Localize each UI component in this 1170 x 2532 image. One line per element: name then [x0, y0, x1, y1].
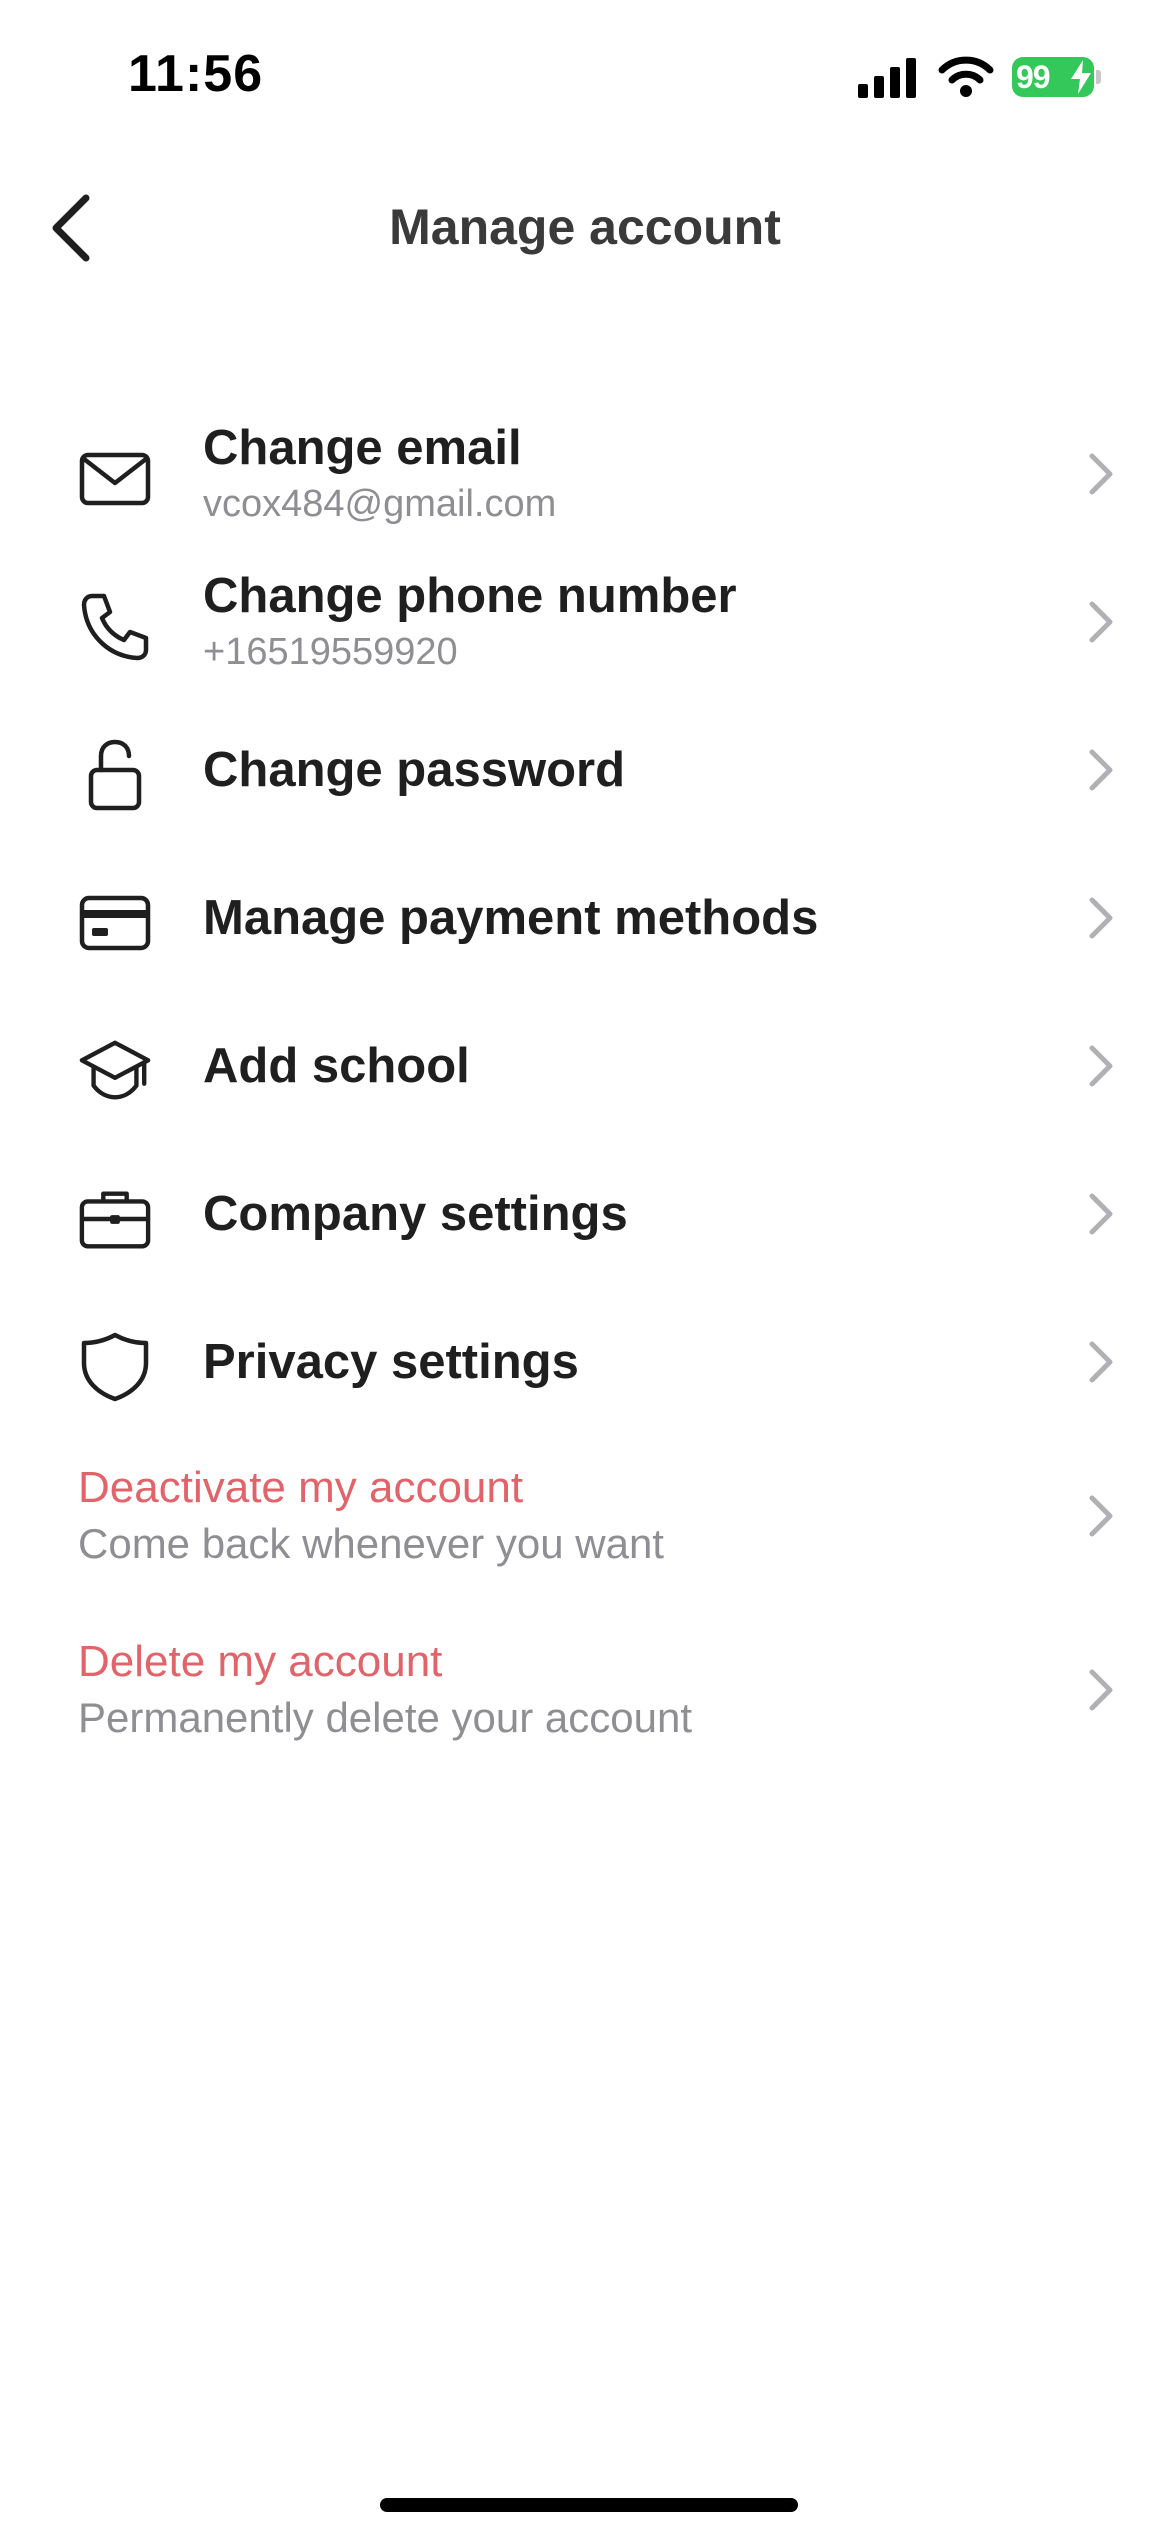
current-phone: +16519559920 — [203, 631, 458, 674]
menu-item-privacy-settings[interactable]: Privacy settings — [0, 1288, 1170, 1436]
menu-item-label: Change phone number — [203, 569, 737, 624]
chevron-right-icon — [1089, 1495, 1113, 1537]
briefcase-icon — [78, 1182, 152, 1256]
shield-icon — [78, 1330, 152, 1404]
menu-item-change-phone[interactable]: Change phone number +16519559920 — [0, 548, 1170, 696]
menu-item-label: Manage payment methods — [203, 890, 819, 945]
deactivate-account-label: Deactivate my account — [78, 1463, 524, 1513]
menu-item-company-settings[interactable]: Company settings — [0, 1140, 1170, 1288]
menu-item-label: Company settings — [203, 1186, 628, 1241]
delete-account-description: Permanently delete your account — [78, 1694, 693, 1742]
battery-icon: 99 — [1012, 57, 1094, 97]
menu-item-payment-methods[interactable]: Manage payment methods — [0, 844, 1170, 992]
signal-icon — [858, 58, 916, 98]
status-time: 11:56 — [128, 45, 264, 103]
chevron-right-icon — [1089, 749, 1113, 791]
battery-cap — [1096, 70, 1101, 84]
graduation-cap-icon — [78, 1034, 152, 1108]
phone-icon — [78, 590, 152, 664]
menu-item-add-school[interactable]: Add school — [0, 992, 1170, 1140]
menu-item-change-password[interactable]: Change password — [0, 696, 1170, 844]
menu-item-change-email[interactable]: Change email vcox484@gmail.com — [0, 400, 1170, 548]
chevron-right-icon — [1089, 601, 1113, 643]
menu-item-label: Add school — [203, 1038, 470, 1093]
credit-card-icon — [78, 886, 152, 960]
chevron-right-icon — [1089, 1669, 1113, 1711]
chevron-right-icon — [1089, 1341, 1113, 1383]
menu-item-label: Privacy settings — [203, 1334, 579, 1389]
menu-item-label: Change password — [203, 742, 626, 797]
delete-account-label: Delete my account — [78, 1637, 443, 1687]
status-bar: 11:56 99 — [0, 0, 1170, 150]
menu-item-label: Change email — [203, 421, 522, 476]
wifi-icon — [938, 56, 994, 97]
navigation-bar: Manage account — [0, 160, 1170, 290]
current-email: vcox484@gmail.com — [203, 483, 557, 526]
chevron-right-icon — [1089, 1193, 1113, 1235]
chevron-right-icon — [1089, 897, 1113, 939]
charging-bolt-icon — [1071, 60, 1091, 94]
page-title: Manage account — [389, 199, 781, 255]
envelope-icon — [78, 442, 152, 516]
delete-account-button[interactable]: Delete my account Permanently delete you… — [0, 1610, 1170, 1770]
deactivate-account-description: Come back whenever you want — [78, 1520, 664, 1568]
chevron-right-icon — [1089, 1045, 1113, 1087]
chevron-right-icon — [1089, 453, 1113, 495]
lock-icon — [78, 738, 152, 812]
home-indicator[interactable] — [380, 2498, 798, 2512]
battery-level: 99 — [1016, 59, 1051, 95]
deactivate-account-button[interactable]: Deactivate my account Come back whenever… — [0, 1436, 1170, 1596]
